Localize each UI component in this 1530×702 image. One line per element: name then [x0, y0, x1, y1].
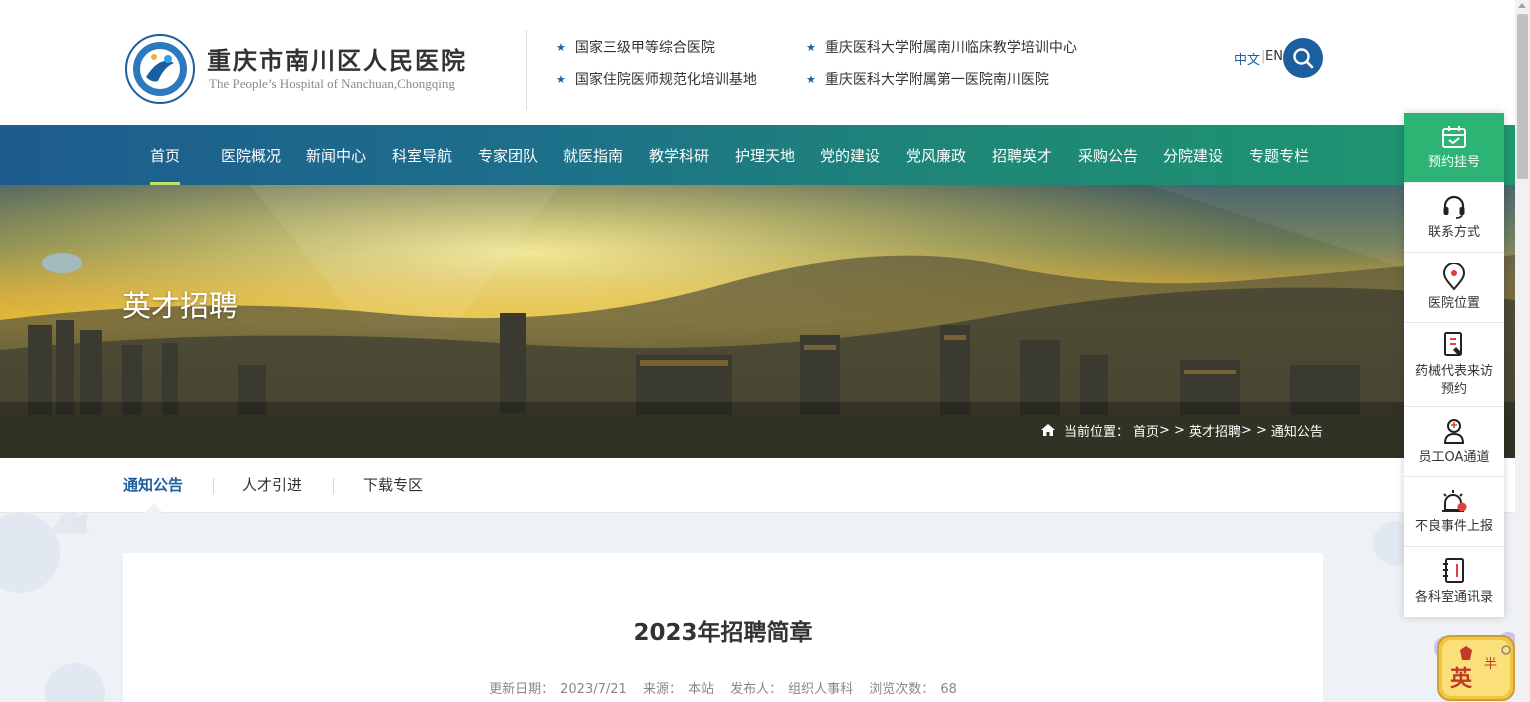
nav-item-recruitment[interactable]: 招聘英才 [992, 125, 1052, 185]
credential-item: ★ 国家住院医师规范化培训基地 [556, 69, 757, 89]
meta-date-label: 更新日期： [489, 682, 555, 697]
credential-item: ★ 国家三级甲等综合医院 [556, 37, 715, 57]
breadcrumb-separator: > > [1240, 422, 1267, 438]
credential-item: ★ 重庆医科大学附属第一医院南川医院 [806, 69, 1049, 89]
hospital-credentials: ★ 国家三级甲等综合医院 ★ 重庆医科大学附属南川临床教学培训中心 ★ 国家住院… [556, 36, 1116, 96]
active-tab-indicator [145, 503, 163, 513]
quick-contact[interactable]: 联系方式 [1404, 183, 1504, 253]
document-icon [1444, 331, 1462, 356]
subtab-divider [333, 478, 334, 494]
phonebook-icon [1443, 558, 1464, 583]
nav-item-news[interactable]: 新闻中心 [306, 125, 366, 185]
meta-publisher: 组织人事科 [788, 682, 854, 697]
nav-item-patient-guide[interactable]: 就医指南 [563, 125, 623, 185]
subtab-downloads[interactable]: 下载专区 [363, 458, 423, 513]
scroll-up-arrow-icon[interactable] [1518, 3, 1526, 8]
headset-icon [1443, 195, 1465, 219]
quick-contact-label: 联系方式 [1427, 224, 1480, 240]
quick-rep-visit-label: 药械代表来访预约 [1414, 363, 1493, 397]
site-header: 重庆市南川区人民医院 The People’s Hospital of Nanc… [0, 0, 1515, 125]
quick-staff-oa-label: 员工OA通道 [1418, 449, 1490, 465]
credential-item: ★ 重庆医科大学附属南川临床教学培训中心 [806, 37, 1077, 57]
ime-mode-char: 英 [1450, 667, 1473, 692]
nav-item-home[interactable]: 首页 [150, 125, 181, 185]
quick-location-label: 医院位置 [1427, 295, 1480, 311]
credential-text: 国家三级甲等综合医院 [574, 40, 715, 56]
star-icon: ★ [556, 72, 566, 86]
nav-item-experts[interactable]: 专家团队 [478, 125, 538, 185]
nav-item-topics[interactable]: 专题专栏 [1249, 125, 1309, 185]
ime-half-char: 半 [1484, 657, 1497, 672]
hospital-name-en[interactable]: The People’s Hospital of Nanchuan,Chongq… [209, 76, 455, 92]
quick-adverse-event[interactable]: 不良事件上报 [1404, 477, 1504, 547]
page-banner: 英才招聘 当前位置： 首页 > > 英才招聘 > > 通知公告 [0, 185, 1515, 458]
quick-directory[interactable]: 各科室通讯录 [1404, 547, 1504, 617]
breadcrumb-separator: > > [1159, 422, 1185, 438]
home-icon [1041, 424, 1055, 436]
nav-item-research[interactable]: 教学科研 [649, 125, 709, 185]
meta-date: 2023/7/21 [560, 682, 627, 697]
quick-access-panel: 预约挂号 联系方式 医院位置 药械代表来访预约 员工OA通道 不良事件上报 各科… [1404, 113, 1504, 617]
search-button[interactable] [1283, 38, 1323, 78]
credential-text: 国家住院医师规范化培训基地 [574, 72, 757, 88]
ime-toolbar-icon[interactable]: 英 半 [1432, 628, 1520, 702]
meta-views: 68 [940, 682, 957, 697]
nav-item-branches[interactable]: 分院建设 [1163, 125, 1223, 185]
banner-title: 英才招聘 [122, 289, 239, 323]
article-card: 2023年招聘简章 更新日期： 2023/7/21 来源： 本站 发布人： 组织人事科… [123, 553, 1323, 702]
star-icon: ★ [556, 40, 566, 54]
calendar-icon [1442, 125, 1466, 148]
main-nav: 首页 医院概况 新闻中心 科室导航 专家团队 就医指南 教学科研 护理天地 党的… [0, 125, 1515, 185]
subtab-talent[interactable]: 人才引进 [242, 458, 302, 513]
breadcrumb-home[interactable]: 首页 [1133, 421, 1159, 440]
article-meta: 更新日期： 2023/7/21 来源： 本站 发布人： 组织人事科 浏览次数： 68 [123, 678, 1323, 697]
lang-chinese-link[interactable]: 中文 [1234, 49, 1260, 68]
star-icon: ★ [806, 40, 816, 54]
nav-item-overview[interactable]: 医院概况 [221, 125, 281, 185]
lang-english-link[interactable]: EN [1265, 49, 1283, 64]
quick-appointment-label: 预约挂号 [1427, 154, 1480, 170]
star-icon: ★ [806, 72, 816, 86]
quick-appointment[interactable]: 预约挂号 [1404, 113, 1504, 183]
nav-item-nursing[interactable]: 护理天地 [735, 125, 795, 185]
quick-directory-label: 各科室通讯录 [1414, 590, 1493, 605]
nav-item-procurement[interactable]: 采购公告 [1078, 125, 1138, 185]
hospital-name-cn[interactable]: 重庆市南川区人民医院 [207, 41, 467, 76]
hospital-logo-icon[interactable] [124, 33, 196, 105]
breadcrumb: 当前位置： 首页 > > 英才招聘 > > 通知公告 [1040, 421, 1323, 440]
credential-text: 重庆医科大学附属第一医院南川医院 [824, 72, 1049, 88]
meta-publisher-label: 发布人： [730, 682, 783, 697]
credential-text: 重庆医科大学附属南川临床教学培训中心 [824, 40, 1077, 56]
quick-rep-visit[interactable]: 药械代表来访预约 [1404, 323, 1504, 407]
article-title: 2023年招聘简章 [633, 620, 813, 646]
quick-adverse-event-label: 不良事件上报 [1414, 518, 1493, 534]
header-divider [526, 30, 527, 110]
alarm-icon [1442, 489, 1467, 512]
subtab-divider [213, 478, 214, 494]
breadcrumb-notices[interactable]: 通知公告 [1271, 421, 1323, 440]
meta-source: 本站 [687, 682, 714, 697]
location-pin-icon [1442, 262, 1466, 291]
quick-location[interactable]: 医院位置 [1404, 253, 1504, 323]
nav-item-departments[interactable]: 科室导航 [392, 125, 452, 185]
scrollbar-thumb[interactable] [1517, 14, 1528, 179]
breadcrumb-recruitment[interactable]: 英才招聘 [1189, 421, 1241, 440]
quick-staff-oa[interactable]: 员工OA通道 [1404, 407, 1504, 477]
meta-views-label: 浏览次数： [869, 682, 935, 697]
meta-source-label: 来源： [642, 682, 682, 697]
search-icon [1293, 48, 1314, 69]
nav-item-party[interactable]: 党的建设 [820, 125, 880, 185]
breadcrumb-label: 当前位置： [1064, 424, 1130, 440]
staff-icon [1443, 418, 1465, 444]
sub-nav: 通知公告 人才引进 下载专区 [0, 458, 1515, 513]
nav-item-integrity[interactable]: 党风廉政 [906, 125, 966, 185]
